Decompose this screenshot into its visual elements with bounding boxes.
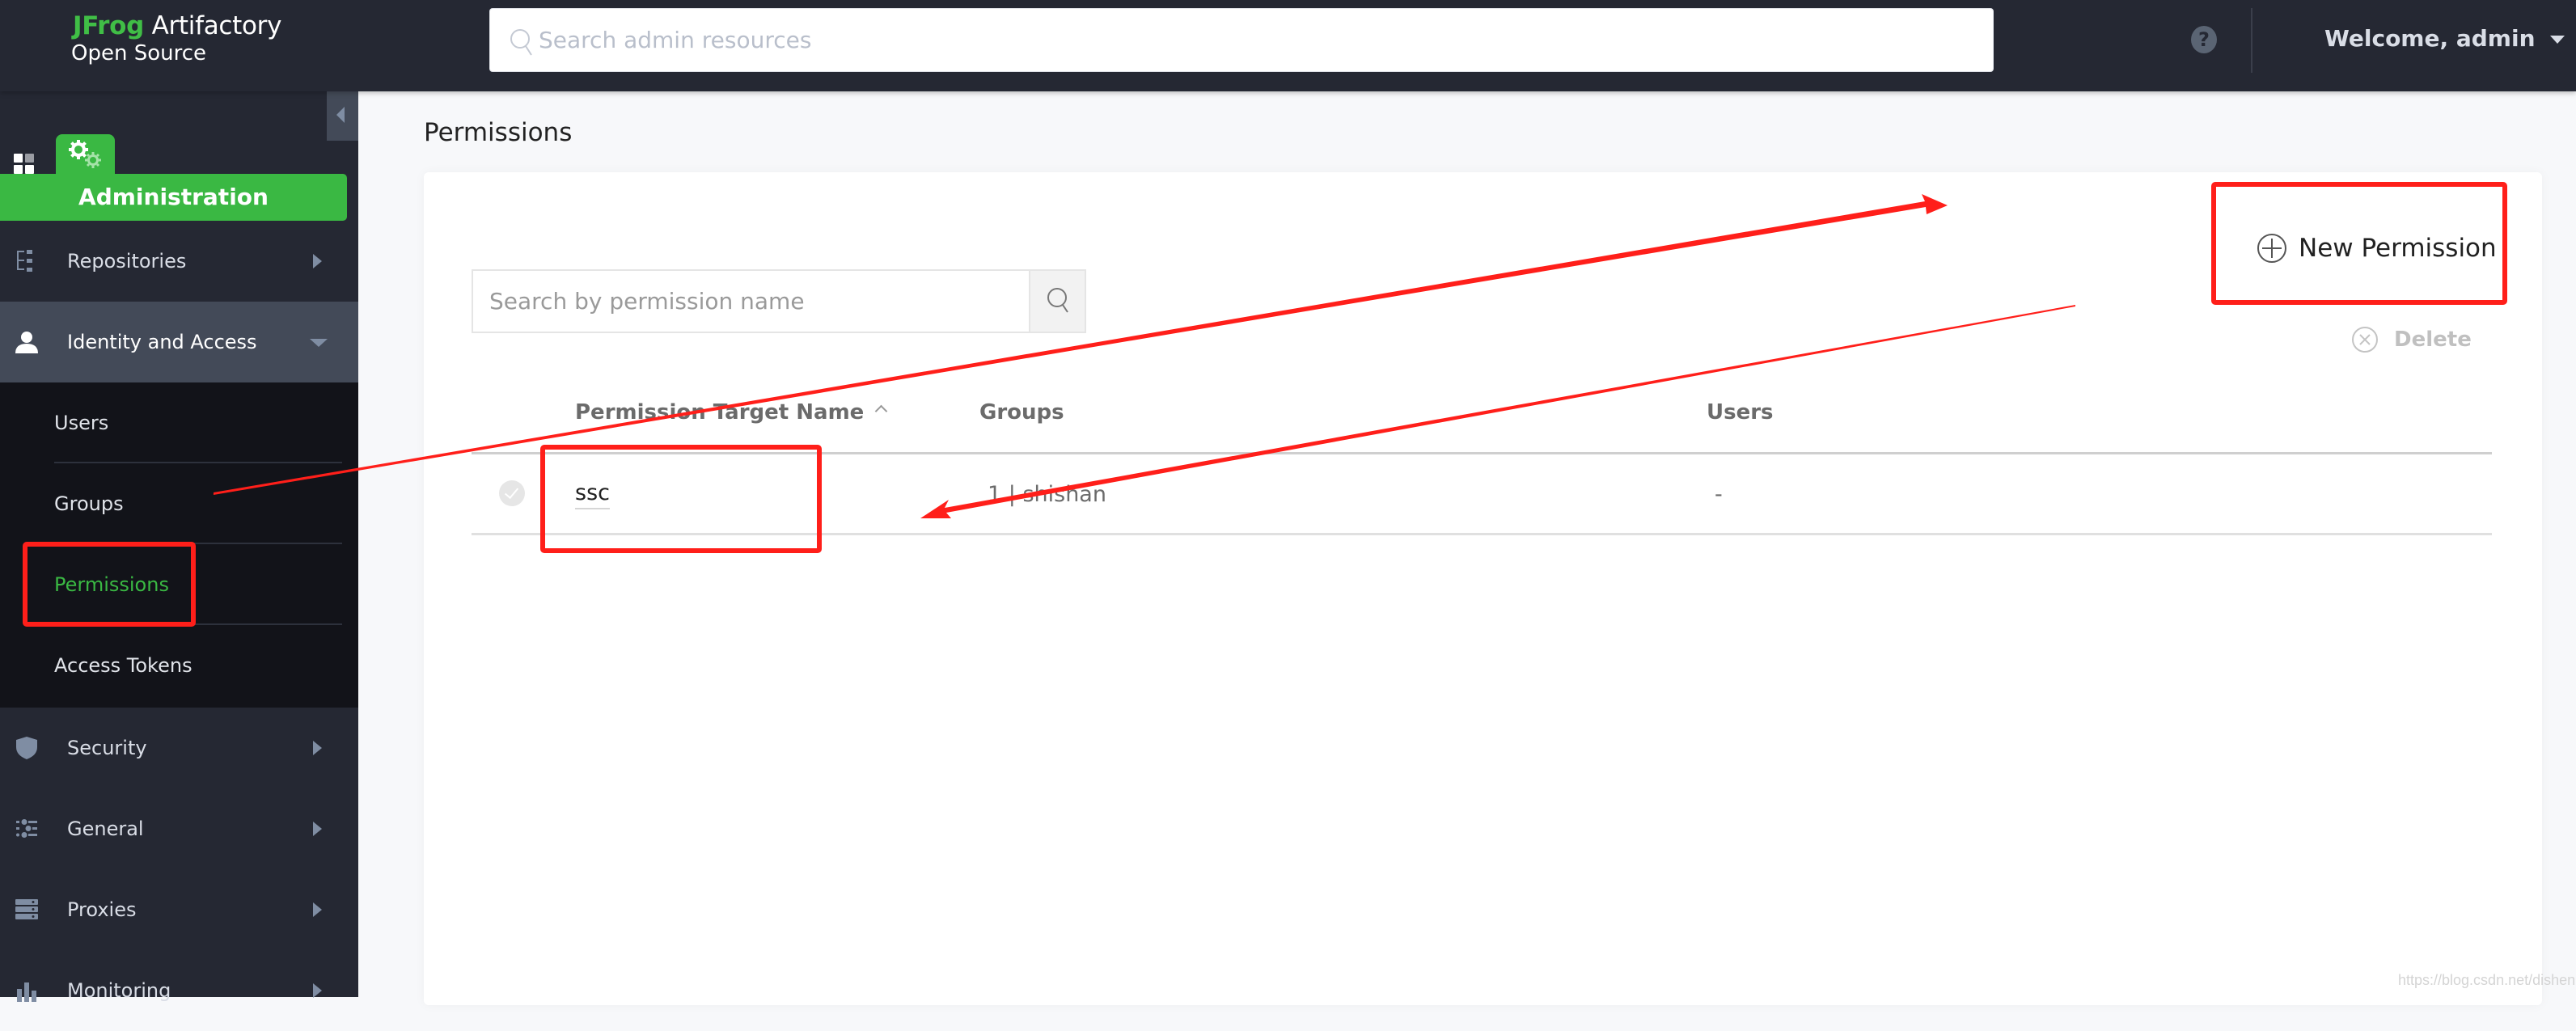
server-icon bbox=[15, 899, 38, 919]
sidebar-item-label: Security bbox=[67, 737, 147, 759]
module-tabs bbox=[0, 134, 358, 175]
new-permission-label: New Permission bbox=[2299, 234, 2497, 263]
column-header-groups[interactable]: Groups bbox=[979, 396, 1064, 429]
sort-ascending-icon bbox=[875, 404, 888, 418]
row-select-checkbox[interactable] bbox=[499, 480, 525, 506]
permission-search-box[interactable] bbox=[472, 269, 1086, 333]
permission-search-button[interactable] bbox=[1029, 271, 1085, 332]
sidebar-item-monitoring[interactable]: Monitoring bbox=[0, 950, 358, 1031]
chevron-down-icon bbox=[2549, 36, 2565, 44]
user-icon bbox=[15, 332, 38, 353]
jfrog-logo[interactable]: JFrog Artifactory Open Source bbox=[71, 11, 282, 66]
column-header-label: Permission Target Name bbox=[575, 400, 865, 425]
repositories-icon bbox=[17, 250, 32, 272]
application-grid-icon[interactable] bbox=[14, 154, 35, 175]
logo-edition: Open Source bbox=[71, 41, 207, 65]
administration-module-button[interactable]: Administration bbox=[0, 174, 347, 221]
chevron-right-icon bbox=[313, 822, 322, 836]
sidebar-subitem-permissions[interactable]: Permissions bbox=[54, 544, 342, 625]
close-circle-icon bbox=[2352, 327, 2378, 353]
top-bar: JFrog Artifactory Open Source ? Welcome,… bbox=[0, 0, 2576, 91]
bar-chart-icon bbox=[17, 982, 36, 1002]
logo-brand: JFrog bbox=[73, 11, 145, 40]
page-title: Permissions bbox=[424, 118, 573, 147]
row-groups-cell: 1 | shishan bbox=[988, 482, 1106, 507]
sidebar: Administration Repositories Identity and… bbox=[0, 91, 358, 1002]
sidebar-item-general[interactable]: General bbox=[0, 788, 358, 869]
plus-circle-icon bbox=[2257, 234, 2286, 263]
admin-gears-tab[interactable] bbox=[56, 134, 115, 175]
sidebar-item-identity-and-access[interactable]: Identity and Access bbox=[0, 302, 358, 382]
gears-icon bbox=[69, 140, 101, 168]
user-menu-label: Welcome, admin bbox=[2324, 25, 2536, 52]
sidebar-item-repositories[interactable]: Repositories bbox=[0, 221, 358, 302]
sidebar-item-security[interactable]: Security bbox=[0, 708, 358, 788]
permission-search-input[interactable] bbox=[473, 271, 1029, 332]
sidebar-item-label: General bbox=[67, 818, 144, 840]
sidebar-item-label: Repositories bbox=[67, 250, 187, 273]
shield-icon bbox=[16, 737, 37, 759]
chevron-right-icon bbox=[313, 254, 322, 268]
chevron-right-icon bbox=[313, 983, 322, 998]
user-menu[interactable]: Welcome, admin bbox=[2324, 23, 2565, 55]
search-icon bbox=[1047, 288, 1068, 313]
chevron-right-icon bbox=[313, 741, 322, 755]
sidebar-subitem-access-tokens[interactable]: Access Tokens bbox=[54, 625, 342, 706]
row-users-cell: - bbox=[1715, 482, 1723, 507]
column-header-users[interactable]: Users bbox=[1707, 396, 1774, 429]
delete-label: Delete bbox=[2394, 327, 2472, 352]
table-header-divider bbox=[472, 452, 2492, 454]
admin-search-box[interactable] bbox=[489, 8, 1994, 72]
sidebar-item-label: Identity and Access bbox=[67, 331, 257, 353]
sidebar-item-proxies[interactable]: Proxies bbox=[0, 869, 358, 950]
sidebar-item-label: Proxies bbox=[67, 898, 137, 921]
header-divider bbox=[2251, 8, 2252, 73]
sidebar-collapse-button[interactable] bbox=[327, 91, 358, 141]
search-icon bbox=[510, 29, 532, 56]
identity-access-submenu: Users Groups Permissions Access Tokens bbox=[0, 382, 358, 708]
sidebar-subitem-groups[interactable]: Groups bbox=[54, 463, 342, 544]
permission-name-link[interactable]: ssc bbox=[575, 479, 610, 509]
sliders-icon bbox=[16, 819, 37, 838]
watermark: https://blog.csdn.net/dishen10 bbox=[2398, 972, 2576, 988]
sidebar-item-label: Monitoring bbox=[67, 979, 171, 1002]
chevron-down-icon bbox=[310, 339, 328, 347]
logo-product: Artifactory bbox=[151, 11, 282, 40]
help-icon[interactable]: ? bbox=[2191, 26, 2217, 53]
admin-search-input[interactable] bbox=[539, 9, 1978, 71]
column-header-permission-target-name[interactable]: Permission Target Name bbox=[575, 396, 888, 429]
sidebar-subitem-users[interactable]: Users bbox=[54, 382, 342, 463]
chevron-right-icon bbox=[313, 902, 322, 917]
table-row-divider bbox=[472, 533, 2492, 535]
